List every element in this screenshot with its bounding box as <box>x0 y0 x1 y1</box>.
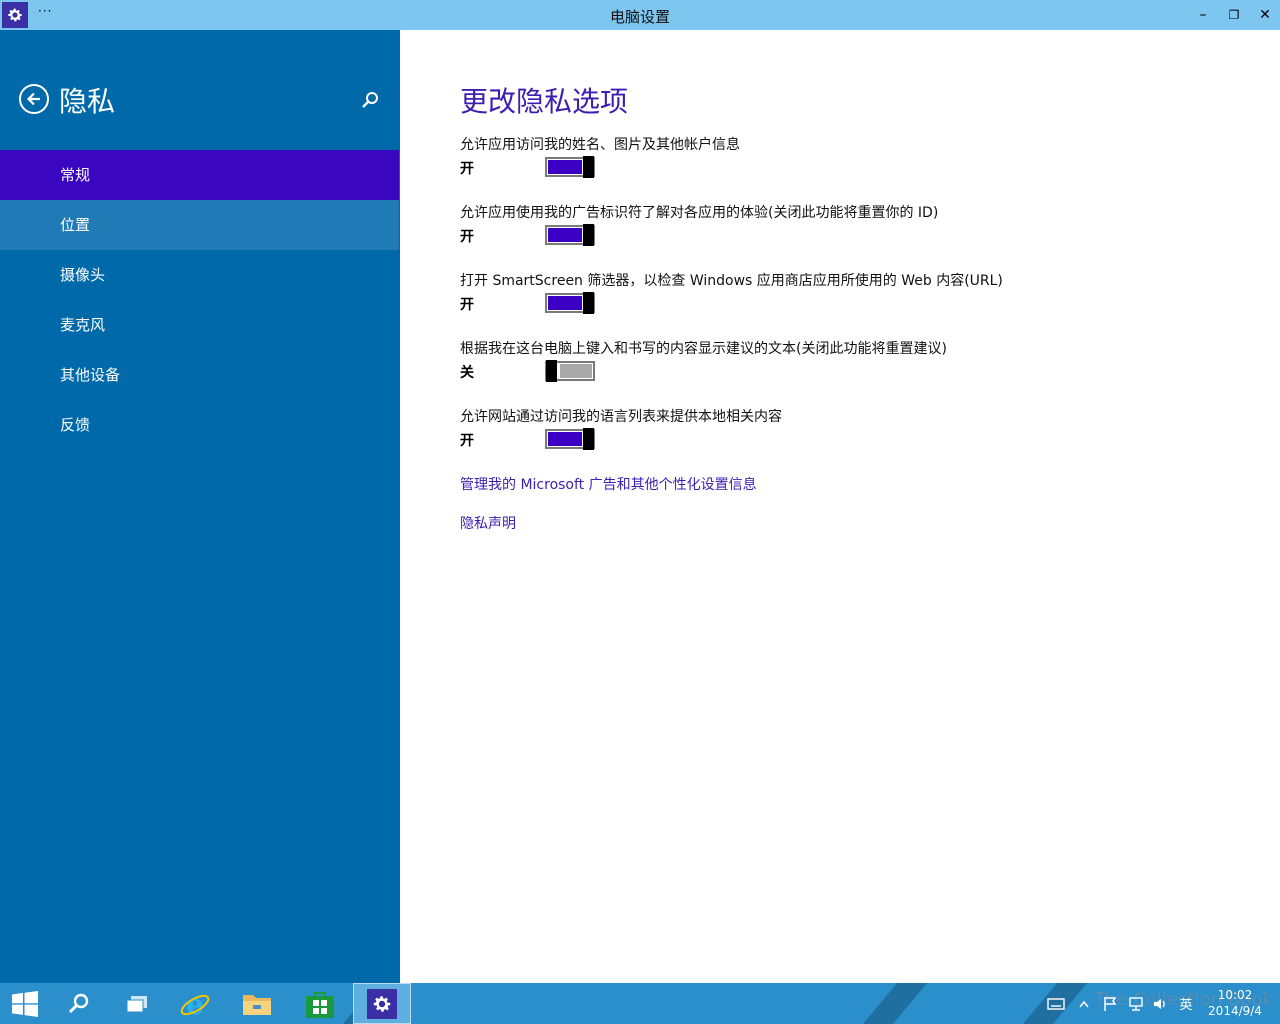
chevron-up-icon <box>1079 1000 1089 1007</box>
store-button[interactable] <box>291 983 349 1024</box>
internet-explorer-button[interactable]: e <box>166 983 224 1024</box>
taskbar-clock[interactable]: 10:02 2014/9/4 <box>1196 987 1274 1019</box>
setting-label: 根据我在这台电脑上键入和书写的内容显示建议的文本(关闭此功能将重置建议) <box>460 341 947 357</box>
search-icon <box>68 993 89 1013</box>
manage-ads-link[interactable]: 管理我的 Microsoft 广告和其他个性化设置信息 <box>460 474 757 494</box>
task-view-icon <box>126 995 147 1012</box>
action-center-button[interactable] <box>1098 983 1122 1024</box>
clock-date: 2014/9/4 <box>1208 1004 1262 1018</box>
store-icon <box>306 991 334 1018</box>
show-hidden-icons-button[interactable] <box>1074 983 1094 1024</box>
back-arrow-icon <box>26 92 40 106</box>
setting-advertising-id: 允许应用使用我的广告标识符了解对各应用的体验(关闭此功能将重置你的 ID) 开 <box>460 202 1260 262</box>
page-title: 更改隐私选项 <box>460 85 629 118</box>
keyboard-tray-button[interactable] <box>1042 983 1070 1024</box>
taskbar: e The Collection Book 英 10:02 2014/9/4 <box>0 983 1280 1024</box>
sidebar-item-feedback[interactable]: 反馈 <box>0 400 399 450</box>
setting-language-list: 允许网站通过访问我的语言列表来提供本地相关内容 开 <box>460 406 1260 466</box>
settings-taskbar-button[interactable] <box>353 983 411 1024</box>
sidebar-item-location[interactable]: 位置 <box>0 200 399 250</box>
smartscreen-toggle[interactable] <box>545 292 595 314</box>
setting-state: 开 <box>460 229 474 245</box>
setting-state: 开 <box>460 297 474 313</box>
setting-label: 允许网站通过访问我的语言列表来提供本地相关内容 <box>460 409 782 425</box>
window-title: 电脑设置 <box>609 8 670 26</box>
taskbar-decoration <box>862 983 928 1024</box>
sidebar-item-other-devices[interactable]: 其他设备 <box>0 350 399 400</box>
sidebar-item-general[interactable]: 常规 <box>0 150 399 200</box>
file-explorer-button[interactable] <box>228 983 286 1024</box>
setting-text-suggestions: 根据我在这台电脑上键入和书写的内容显示建议的文本(关闭此功能将重置建议) 关 <box>460 338 1260 398</box>
flag-icon <box>1104 996 1117 1011</box>
search-taskbar-button[interactable] <box>50 983 108 1024</box>
sidebar-title: 隐私 <box>59 85 116 118</box>
restore-button[interactable]: ❐ <box>1219 4 1249 26</box>
setting-account-info: 允许应用访问我的姓名、图片及其他帐户信息 开 <box>460 134 1260 194</box>
setting-smartscreen: 打开 SmartScreen 筛选器，以检查 Windows 应用商店应用所使用… <box>460 270 1260 330</box>
internet-explorer-icon: e <box>180 988 210 1020</box>
network-button[interactable] <box>1124 983 1148 1024</box>
input-language-button[interactable]: 英 <box>1174 983 1198 1024</box>
sidebar-item-camera[interactable]: 摄像头 <box>0 250 399 300</box>
setting-label: 允许应用访问我的姓名、图片及其他帐户信息 <box>460 137 740 153</box>
setting-label: 打开 SmartScreen 筛选器，以检查 Windows 应用商店应用所使用… <box>460 273 1003 289</box>
setting-label: 允许应用使用我的广告标识符了解对各应用的体验(关闭此功能将重置你的 ID) <box>460 205 939 221</box>
sidebar: 隐私 常规 位置 摄像头 麦克风 其他设备 反馈 <box>0 30 400 983</box>
search-button[interactable] <box>360 90 382 112</box>
clock-time: 10:02 <box>1217 988 1253 1002</box>
title-bar: ··· 电脑设置 – ❐ ✕ <box>0 0 1280 30</box>
speaker-icon <box>1154 998 1165 1009</box>
setting-state: 开 <box>460 161 474 177</box>
file-explorer-icon <box>243 994 271 1015</box>
setting-state: 关 <box>460 365 474 381</box>
main-content: 更改隐私选项 允许应用访问我的姓名、图片及其他帐户信息 开 允许应用使用我的广告… <box>400 30 1280 983</box>
advertising-id-toggle[interactable] <box>545 224 595 246</box>
back-button[interactable] <box>19 84 49 114</box>
account-info-toggle[interactable] <box>545 156 595 178</box>
close-button[interactable]: ✕ <box>1250 4 1280 26</box>
svg-text:e: e <box>186 988 204 1020</box>
task-view-button[interactable] <box>108 983 166 1024</box>
keyboard-icon <box>1047 997 1065 1010</box>
volume-button[interactable] <box>1148 983 1172 1024</box>
start-icon <box>12 990 38 1017</box>
sidebar-item-microphone[interactable]: 麦克风 <box>0 300 399 350</box>
minimize-button[interactable]: – <box>1188 4 1218 26</box>
setting-state: 开 <box>460 433 474 449</box>
text-suggestions-toggle[interactable] <box>545 360 595 382</box>
start-button[interactable] <box>0 983 54 1024</box>
settings-icon <box>367 988 397 1019</box>
privacy-statement-link[interactable]: 隐私声明 <box>460 513 516 533</box>
network-icon <box>1129 996 1143 1011</box>
language-list-toggle[interactable] <box>545 428 595 450</box>
search-icon <box>362 92 378 108</box>
